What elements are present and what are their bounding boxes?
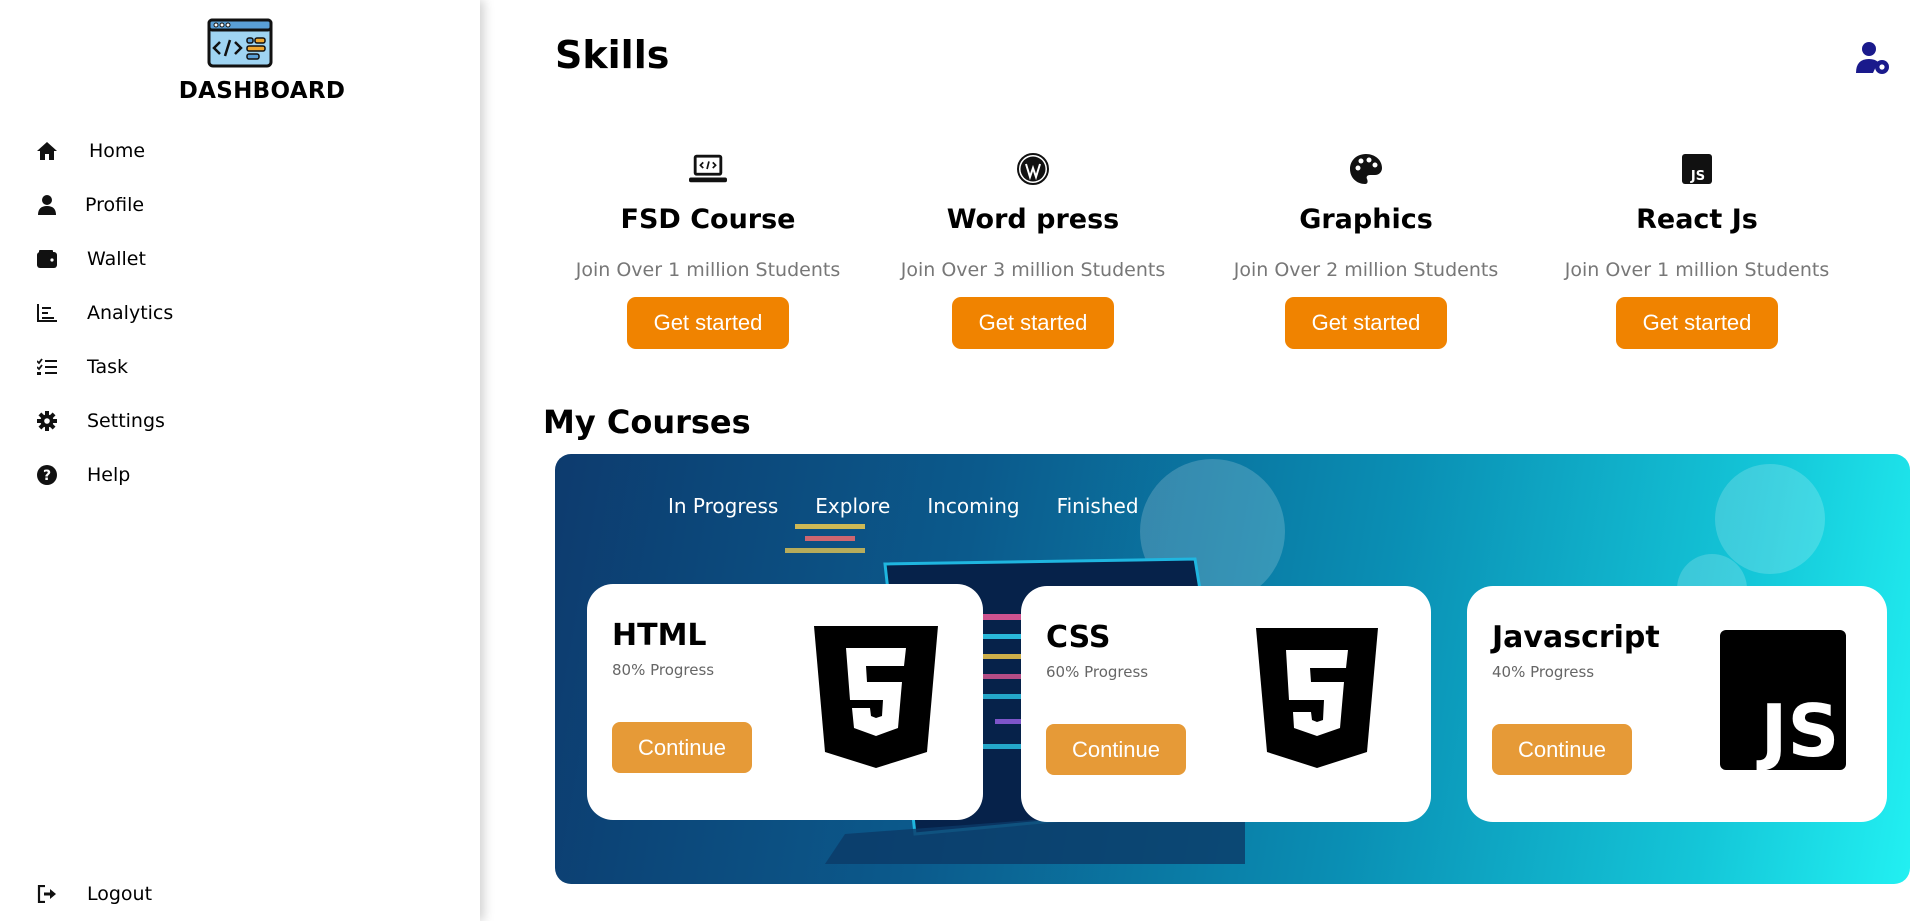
- sidebar-item-settings[interactable]: Settings: [0, 394, 480, 448]
- logout-label: Logout: [87, 883, 153, 905]
- logout-button[interactable]: Logout: [0, 867, 480, 921]
- get-started-button[interactable]: Get started: [627, 297, 789, 349]
- sidebar-item-label: Analytics: [87, 302, 174, 324]
- user-settings-icon[interactable]: [1855, 40, 1891, 76]
- js-square-icon: JS: [1678, 150, 1716, 188]
- get-started-button[interactable]: Get started: [1616, 297, 1778, 349]
- tab-incoming[interactable]: Incoming: [927, 494, 1019, 518]
- skill-card-graphics: Graphics Join Over 2 million Students Ge…: [1216, 150, 1516, 349]
- palette-icon: [1347, 150, 1385, 188]
- brand-title: DASHBOARD: [178, 78, 346, 104]
- tab-explore[interactable]: Explore: [815, 494, 890, 518]
- skill-title: Graphics: [1299, 204, 1433, 235]
- course-card-html: HTML 80% Progress Continue: [587, 584, 983, 820]
- svg-text:JS: JS: [1756, 689, 1840, 770]
- home-icon: [36, 140, 58, 162]
- tab-finished[interactable]: Finished: [1057, 494, 1139, 518]
- chart-icon: [36, 302, 58, 324]
- wordpress-icon: [1014, 150, 1052, 188]
- skill-subtitle: Join Over 2 million Students: [1233, 259, 1499, 281]
- continue-button[interactable]: Continue: [612, 722, 752, 773]
- skill-subtitle: Join Over 3 million Students: [900, 259, 1166, 281]
- course-title: HTML: [612, 618, 707, 653]
- skill-title: Word press: [946, 204, 1120, 235]
- page-title: Skills: [555, 33, 670, 77]
- course-tabs: In Progress Explore Incoming Finished: [668, 494, 1176, 518]
- continue-button[interactable]: Continue: [1046, 724, 1186, 775]
- html5-icon: [814, 626, 938, 768]
- skill-card-react: JS React Js Join Over 1 million Students…: [1547, 150, 1847, 349]
- question-icon: ?: [36, 464, 58, 486]
- svg-text:?: ?: [43, 468, 51, 484]
- sidebar-item-profile[interactable]: Profile: [0, 178, 480, 232]
- skill-card-wordpress: Word press Join Over 3 million Students …: [883, 150, 1183, 349]
- sidebar-item-label: Settings: [87, 410, 165, 432]
- gear-icon: [36, 410, 58, 432]
- laptop-code-icon: [689, 150, 727, 188]
- sidebar-item-home[interactable]: Home: [0, 124, 480, 178]
- task-list-icon: [36, 356, 58, 378]
- sidebar-item-label: Home: [89, 140, 146, 162]
- courses-banner: In Progress Explore Incoming Finished HT…: [555, 454, 1910, 884]
- user-icon: [36, 194, 58, 216]
- get-started-button[interactable]: Get started: [952, 297, 1114, 349]
- skill-subtitle: Join Over 1 million Students: [575, 259, 841, 281]
- wallet-icon: [36, 248, 58, 270]
- continue-button[interactable]: Continue: [1492, 724, 1632, 775]
- code-window-icon: [207, 18, 273, 68]
- course-progress: 80% Progress: [612, 661, 715, 679]
- get-started-button[interactable]: Get started: [1285, 297, 1447, 349]
- css3-icon: [1256, 628, 1378, 768]
- section-title: My Courses: [543, 403, 751, 441]
- sidebar-item-label: Help: [87, 464, 131, 486]
- skill-subtitle: Join Over 1 million Students: [1564, 259, 1830, 281]
- course-progress: 40% Progress: [1492, 663, 1595, 681]
- main-content: Skills FSD Course Join Over 1 million St…: [480, 0, 1920, 921]
- course-title: Javascript: [1492, 620, 1660, 655]
- sidebar-item-help[interactable]: ? Help: [0, 448, 480, 502]
- logout-icon: [36, 883, 58, 905]
- course-title: CSS: [1046, 620, 1111, 655]
- sidebar-item-wallet[interactable]: Wallet: [0, 232, 480, 286]
- course-card-css: CSS 60% Progress Continue: [1021, 586, 1431, 822]
- skill-title: FSD Course: [620, 204, 796, 235]
- course-card-javascript: Javascript 40% Progress Continue JS: [1467, 586, 1887, 822]
- sidebar: DASHBOARD Home Profile Wallet Analytics: [0, 0, 480, 921]
- js-icon: JS: [1720, 630, 1846, 770]
- sidebar-item-analytics[interactable]: Analytics: [0, 286, 480, 340]
- svg-text:JS: JS: [1690, 169, 1705, 184]
- sidebar-item-label: Task: [87, 356, 129, 378]
- course-progress: 60% Progress: [1046, 663, 1149, 681]
- sidebar-item-label: Wallet: [87, 248, 146, 270]
- sidebar-item-task[interactable]: Task: [0, 340, 480, 394]
- decorative-bubble: [1715, 464, 1825, 574]
- skill-card-fsd: FSD Course Join Over 1 million Students …: [558, 150, 858, 349]
- sidebar-item-label: Profile: [85, 194, 145, 216]
- skill-title: React Js: [1636, 204, 1758, 235]
- tab-in-progress[interactable]: In Progress: [668, 494, 778, 518]
